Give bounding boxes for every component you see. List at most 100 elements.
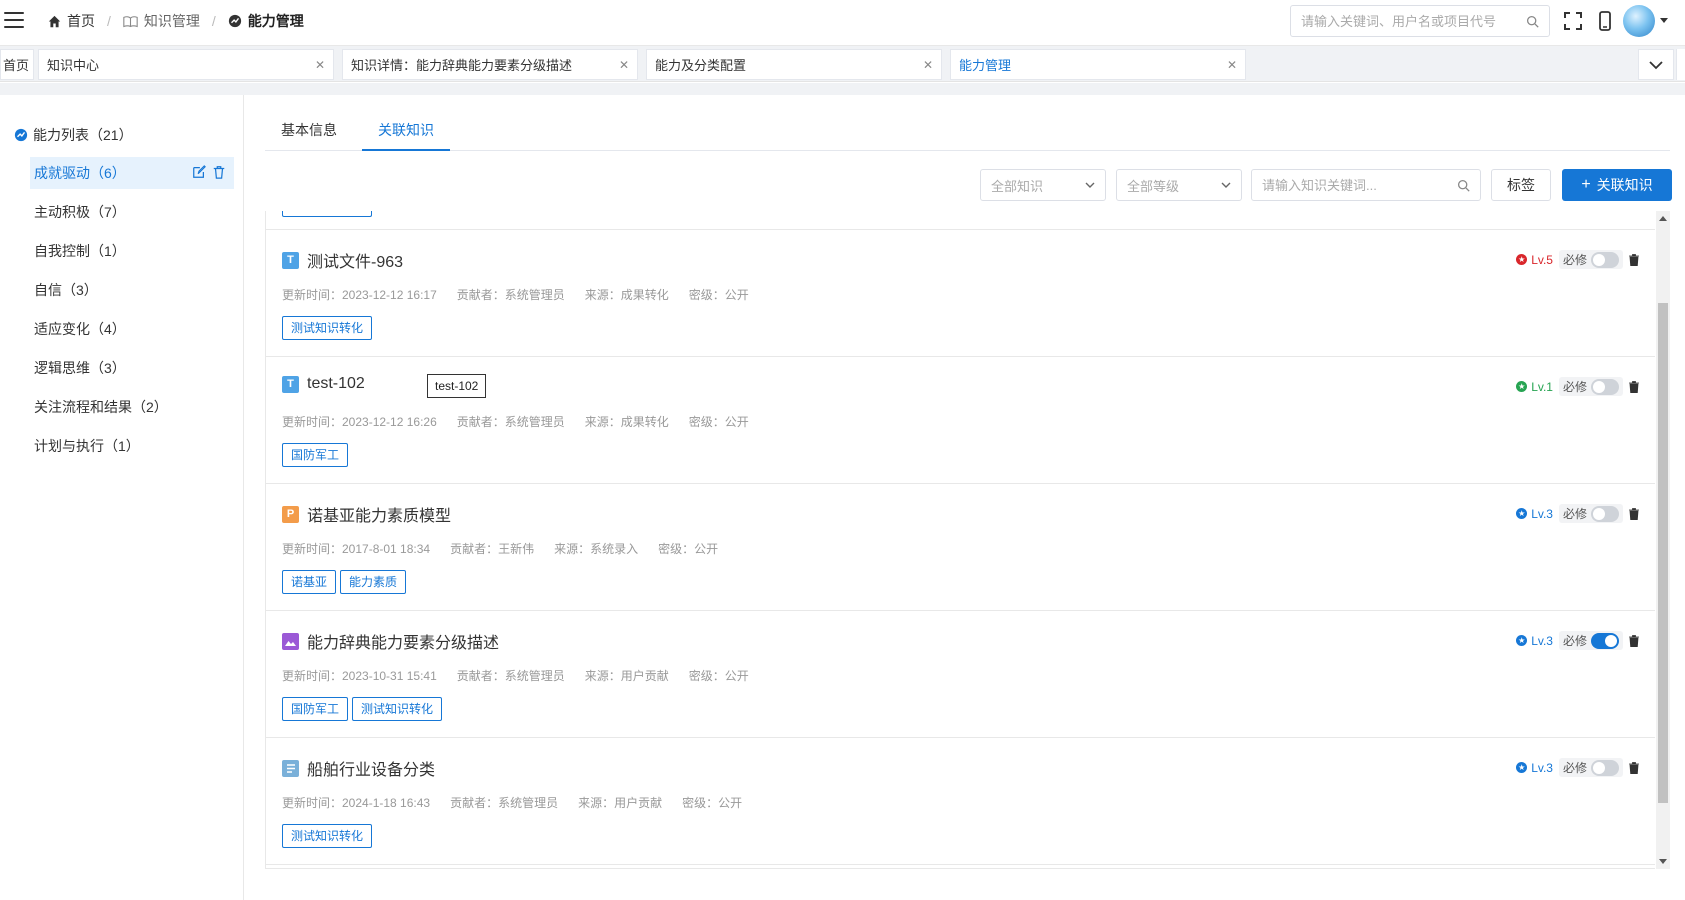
- edit-icon[interactable]: [192, 165, 206, 179]
- secrecy: 密级：公开: [688, 288, 749, 302]
- knowledge-search-input[interactable]: [1262, 177, 1457, 193]
- ability-list-root[interactable]: 能力列表（21）: [14, 125, 133, 145]
- tab-knowledge-center[interactable]: 知识中心 ✕: [38, 49, 334, 80]
- knowledge-tag[interactable]: 国防军工: [282, 443, 349, 467]
- fullscreen-icon[interactable]: [1562, 10, 1584, 32]
- sidebar-item-logic[interactable]: 逻辑思维（3）: [30, 352, 234, 384]
- trash-icon[interactable]: [1629, 253, 1639, 266]
- row-controls: ★ Lv.5 必修: [1516, 250, 1639, 269]
- knowledge-meta: 更新时间：2023-12-12 16:26 贡献者：系统管理员 来源：成果转化 …: [282, 413, 769, 430]
- tab-basic-info[interactable]: 基本信息: [265, 117, 353, 151]
- source: 来源：成果转化: [584, 288, 669, 302]
- sidebar-item-process-result[interactable]: 关注流程和结果（2）: [30, 391, 234, 423]
- tabs-more-button[interactable]: [1638, 49, 1674, 80]
- avatar-dropdown-icon[interactable]: [1660, 18, 1668, 23]
- tabs-extra-button[interactable]: [1676, 49, 1685, 80]
- link-knowledge-button[interactable]: + 关联知识: [1562, 169, 1672, 201]
- updated-time: 更新时间：2023-10-31 15:41: [282, 669, 437, 683]
- tab-ability-management[interactable]: 能力管理 ✕: [950, 49, 1246, 80]
- global-search[interactable]: [1290, 5, 1550, 37]
- level-icon: ★: [1516, 508, 1528, 519]
- breadcrumb: 首页 / 知识管理 / 能力管理: [48, 11, 304, 31]
- trash-icon[interactable]: [1629, 507, 1639, 520]
- sidebar-item-achievement[interactable]: 成就驱动（6）: [30, 157, 234, 189]
- contributor: 贡献者：系统管理员: [456, 669, 565, 683]
- close-icon[interactable]: ✕: [1227, 58, 1237, 72]
- tag-button[interactable]: 标签: [1491, 169, 1551, 201]
- required-switch[interactable]: [1591, 378, 1619, 395]
- knowledge-type-select[interactable]: 全部知识: [980, 169, 1106, 201]
- mobile-icon[interactable]: [1594, 10, 1616, 32]
- close-icon[interactable]: ✕: [315, 58, 325, 72]
- menu-toggle-icon[interactable]: [4, 12, 24, 28]
- divider: [0, 83, 1685, 95]
- tab-ability-config[interactable]: 能力及分类配置 ✕: [646, 49, 942, 80]
- sidebar-item-adaptability[interactable]: 适应变化（4）: [30, 313, 234, 345]
- image-icon: [282, 632, 299, 650]
- trash-icon[interactable]: [1629, 380, 1639, 393]
- close-icon[interactable]: ✕: [619, 58, 629, 72]
- sidebar-item-self-control[interactable]: 自我控制（1）: [30, 235, 234, 267]
- breadcrumb-home[interactable]: 首页: [48, 11, 95, 31]
- title-tooltip: test-102: [427, 374, 487, 398]
- knowledge-title[interactable]: T test-102: [282, 375, 365, 393]
- required-switch[interactable]: [1591, 759, 1619, 776]
- user-avatar[interactable]: [1623, 5, 1655, 37]
- row-controls: ★ Lv.1 必修: [1516, 377, 1639, 396]
- knowledge-tag[interactable]: 测试知识转化: [352, 697, 443, 721]
- knowledge-title[interactable]: T 测试文件-963: [282, 248, 403, 272]
- sidebar-item-confidence[interactable]: 自信（3）: [30, 274, 234, 306]
- knowledge-tag[interactable]: 国防军工: [282, 697, 349, 721]
- secrecy: 密级：公开: [688, 669, 749, 683]
- level-badge: ★ Lv.3: [1516, 633, 1553, 648]
- secrecy: 密级：公开: [682, 796, 743, 810]
- close-icon[interactable]: ✕: [923, 58, 933, 72]
- sidebar-item-proactive[interactable]: 主动积极（7）: [30, 196, 234, 228]
- breadcrumb-knowledge[interactable]: 知识管理: [123, 11, 200, 31]
- trash-icon[interactable]: [1629, 761, 1639, 774]
- knowledge-tag[interactable]: 测试知识转化: [282, 316, 373, 340]
- scrollbar-thumb[interactable]: [1658, 303, 1668, 803]
- ability-list: 成就驱动（6） 主动积极（7） 自我控制（1） 自信（3） 适应变化（4） 逻辑…: [30, 157, 234, 469]
- trash-icon[interactable]: [1629, 634, 1639, 647]
- row-controls: ★ Lv.3 必修: [1516, 758, 1639, 777]
- knowledge-search[interactable]: [1251, 169, 1481, 201]
- tab-home[interactable]: 首页: [0, 49, 34, 80]
- required-switch[interactable]: [1591, 251, 1619, 268]
- knowledge-list: T 测试文件-963 更新时间：2023-12-12 16:17 贡献者：系统管…: [265, 211, 1655, 869]
- knowledge-tag[interactable]: 能力素质: [340, 570, 407, 594]
- knowledge-title[interactable]: P 诺基亚能力素质模型: [282, 502, 451, 526]
- required-switch[interactable]: [1591, 632, 1619, 649]
- search-icon[interactable]: [1457, 179, 1470, 192]
- source: 来源：用户贡献: [578, 796, 663, 810]
- level-icon: ★: [1516, 254, 1528, 265]
- knowledge-title[interactable]: 能力辞典能力要素分级描述: [282, 629, 499, 653]
- knowledge-tag[interactable]: 诺基亚: [282, 570, 337, 594]
- scroll-up-icon[interactable]: [1659, 216, 1667, 221]
- contributor: 贡献者：系统管理员: [456, 288, 565, 302]
- list-scrollbar[interactable]: [1656, 211, 1670, 869]
- source: 来源：系统录入: [554, 542, 639, 556]
- level-badge: ★ Lv.3: [1516, 760, 1553, 775]
- trash-icon[interactable]: [212, 165, 226, 179]
- level-icon: ★: [1516, 762, 1528, 773]
- sidebar-item-plan-execute[interactable]: 计划与执行（1）: [30, 430, 234, 462]
- content-tabs: 基本信息 关联知识: [265, 117, 1670, 151]
- tag[interactable]: [282, 211, 372, 217]
- knowledge-title[interactable]: 船舶行业设备分类: [282, 756, 435, 780]
- global-search-input[interactable]: [1301, 13, 1526, 29]
- tab-knowledge-detail[interactable]: 知识详情：能力辞典能力要素分级描述 ✕: [342, 49, 638, 80]
- level-icon: ★: [1516, 381, 1528, 392]
- scroll-down-icon[interactable]: [1659, 859, 1667, 864]
- required-switch[interactable]: [1591, 505, 1619, 522]
- search-icon[interactable]: [1526, 15, 1539, 28]
- source: 来源：用户贡献: [584, 669, 669, 683]
- updated-time: 更新时间：2017-8-01 18:34: [282, 542, 431, 556]
- knowledge-tag[interactable]: 测试知识转化: [282, 824, 373, 848]
- updated-time: 更新时间：2024-1-18 16:43: [282, 796, 431, 810]
- top-header: 首页 / 知识管理 / 能力管理: [0, 0, 1685, 46]
- required-toggle-group: 必修: [1558, 631, 1623, 650]
- secrecy: 密级：公开: [688, 415, 749, 429]
- level-select[interactable]: 全部等级: [1116, 169, 1242, 201]
- tab-linked-knowledge[interactable]: 关联知识: [362, 117, 450, 151]
